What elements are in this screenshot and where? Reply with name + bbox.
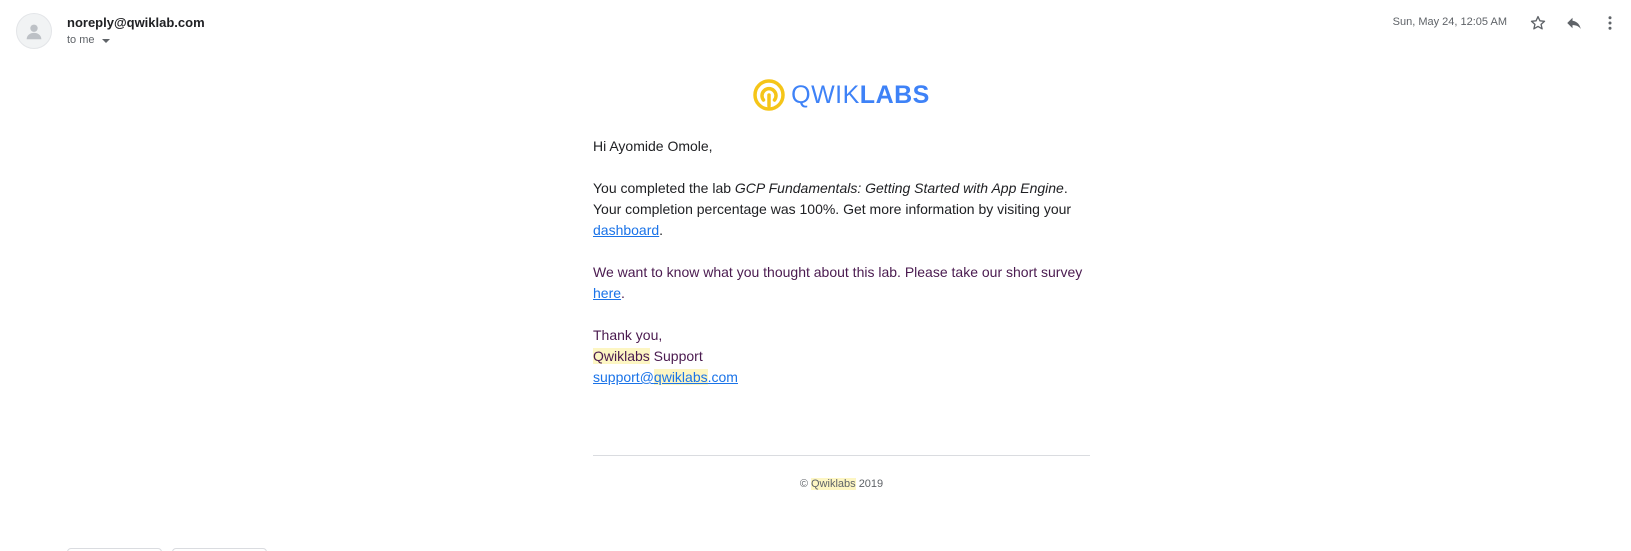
support-email-tld: .com xyxy=(707,369,738,385)
completion-period: . xyxy=(659,222,664,238)
sender-avatar[interactable] xyxy=(16,13,52,49)
signature-thanks: Thank you, xyxy=(593,327,663,343)
signature: Thank you, Qwiklabs Support support@qwik… xyxy=(593,325,1090,388)
qwiklabs-logo-icon xyxy=(753,79,785,111)
survey-paragraph: We want to know what you thought about t… xyxy=(593,262,1090,304)
support-email-user: support@ xyxy=(593,369,654,385)
survey-link[interactable]: here xyxy=(593,285,621,301)
logo-wordmark: QWIKLABS xyxy=(791,81,930,110)
completion-prefix: You completed the lab xyxy=(593,180,735,196)
email-header: noreply@qwiklab.com to me Sun, May 24, 1… xyxy=(0,0,1631,60)
person-icon xyxy=(26,24,42,40)
completion-paragraph: You completed the lab GCP Fundamentals: … xyxy=(593,178,1090,241)
reply-icon xyxy=(1567,17,1581,29)
support-email-brand: qwiklabs xyxy=(653,369,708,385)
footer-year: 2019 xyxy=(858,478,884,490)
sender-address[interactable]: noreply@qwiklab.com xyxy=(67,15,205,30)
recipients-label: to me xyxy=(67,34,95,46)
email-view: noreply@qwiklab.com to me Sun, May 24, 1… xyxy=(0,0,1631,551)
chevron-down-icon xyxy=(101,38,110,43)
qwiklabs-logo: QWIKLABS xyxy=(593,74,1090,116)
more-vert-icon xyxy=(1608,16,1612,30)
star-button[interactable] xyxy=(1527,12,1549,34)
email-date: Sun, May 24, 12:05 AM xyxy=(1392,16,1507,28)
copyright-footer: © Qwiklabs 2019 xyxy=(593,478,1090,490)
more-options-button[interactable] xyxy=(1599,12,1621,34)
survey-period: . xyxy=(621,285,625,301)
dashboard-link[interactable]: dashboard xyxy=(593,222,659,238)
reply-button[interactable] xyxy=(1563,12,1585,34)
logo-wordmark-bold: LABS xyxy=(859,80,930,109)
lab-name: GCP Fundamentals: Getting Started with A… xyxy=(734,180,1064,196)
message-text: Hi Ayomide Omole, You completed the lab … xyxy=(593,136,1090,388)
logo-wordmark-thin: QWIK xyxy=(791,80,860,109)
footer-divider xyxy=(593,455,1090,456)
star-icon xyxy=(1530,15,1546,30)
copyright-symbol: © xyxy=(799,478,808,490)
signature-support: Support xyxy=(649,348,703,364)
signature-brand: Qwiklabs xyxy=(593,348,650,364)
survey-prefix: We want to know what you thought about t… xyxy=(593,264,1083,280)
support-email-link[interactable]: support@qwiklabs.com xyxy=(593,369,738,385)
greeting: Hi Ayomide Omole, xyxy=(593,138,713,154)
footer-brand: Qwiklabs xyxy=(811,478,856,490)
email-body: QWIKLABS Hi Ayomide Omole, You completed… xyxy=(593,74,1090,388)
recipients-toggle[interactable]: to me xyxy=(67,34,110,46)
